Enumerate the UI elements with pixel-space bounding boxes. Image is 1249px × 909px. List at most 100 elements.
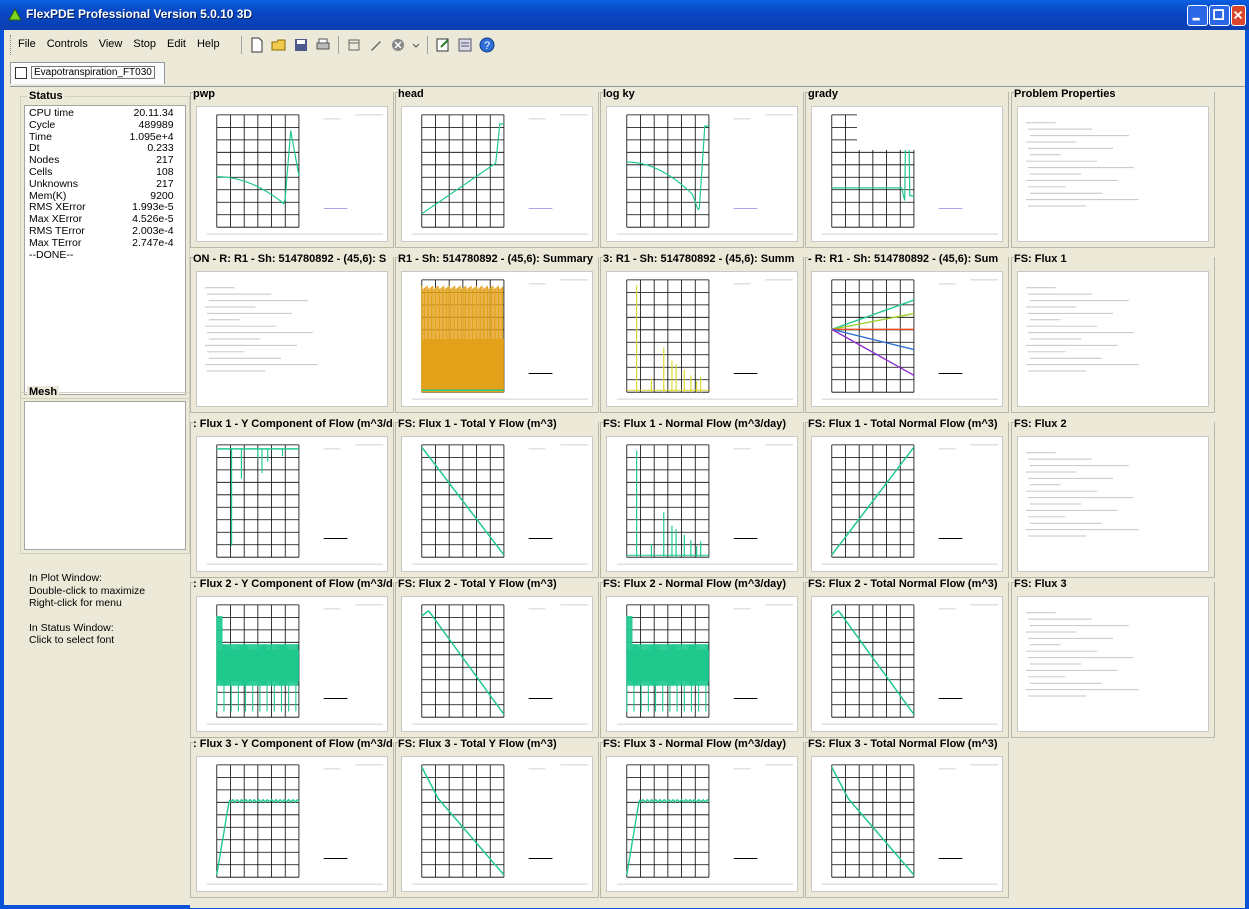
plot-canvas[interactable] (811, 596, 1003, 732)
plot-grid-lines (216, 114, 300, 228)
status-value: 108 (156, 165, 174, 178)
plot-title: FS: Flux 1 (1014, 253, 1214, 265)
plot-svg (616, 444, 794, 565)
save-icon[interactable] (293, 37, 309, 53)
plot-window[interactable]: ON - R: R1 - Sh: 514780892 - (45,6): S (190, 253, 394, 413)
toolbar: ? (237, 34, 498, 56)
plot-window[interactable]: Problem Properties (1011, 88, 1215, 248)
menu-edit[interactable]: Edit (167, 38, 186, 50)
tab-label: Evapotranspiration_FT030 (31, 66, 155, 79)
tab-document[interactable]: Evapotranspiration_FT030 (10, 62, 165, 84)
help-line: Double-click to maximize (29, 584, 146, 597)
plot-canvas[interactable] (811, 756, 1003, 892)
print-icon[interactable] (315, 37, 331, 53)
plot-canvas[interactable] (811, 436, 1003, 572)
plot-window[interactable]: head (395, 88, 599, 248)
plot-canvas[interactable] (196, 436, 388, 572)
plot-window[interactable]: FS: Flux 3 (1011, 578, 1215, 738)
plot-window[interactable]: FS: Flux 1 (1011, 253, 1215, 413)
plot-title: : Flux 3 - Y Component of Flow (m^3/d (193, 738, 393, 750)
series-fill (421, 339, 504, 393)
plot-title: log ky (603, 88, 803, 100)
plot-canvas[interactable] (1017, 106, 1209, 242)
plot-svg (616, 279, 794, 400)
plot-window[interactable]: FS: Flux 3 - Total Normal Flow (m^3) (805, 738, 1009, 898)
pen-icon[interactable] (368, 37, 384, 53)
menu-stop[interactable]: Stop (133, 38, 156, 50)
plot-window[interactable]: FS: Flux 1 - Total Normal Flow (m^3) (805, 418, 1009, 578)
plot-title: : Flux 1 - Y Component of Flow (m^3/d (193, 418, 393, 430)
plot-title: FS: Flux 1 - Total Normal Flow (m^3) (808, 418, 1008, 430)
menu-file[interactable]: File (18, 38, 36, 50)
status-value: 2.003e-4 (132, 224, 174, 237)
plot-title: FS: Flux 3 (1014, 578, 1214, 590)
menu-controls[interactable]: Controls (47, 38, 88, 50)
plot-canvas[interactable] (401, 106, 593, 242)
new-icon[interactable] (249, 37, 265, 53)
plot-window[interactable]: 3: R1 - Sh: 514780892 - (45,6): Summ (600, 253, 804, 413)
plot-grid-lines (626, 444, 710, 558)
plot-title: R1 - Sh: 514780892 - (45,6): Summary (398, 253, 598, 265)
plot-canvas[interactable] (196, 271, 388, 407)
app-icon (8, 8, 22, 21)
status-panel[interactable]: Status CPU time 20.11.34 Cycle 489989 Time 1.… (20, 90, 190, 399)
status-row: --DONE-- (29, 248, 174, 262)
plot-svg (411, 764, 589, 885)
plot-window[interactable]: R1 - Sh: 514780892 - (45,6): Summary (395, 253, 599, 413)
plot-canvas[interactable] (196, 596, 388, 732)
status-label: --DONE-- (29, 248, 74, 261)
plot-canvas[interactable] (1017, 436, 1209, 572)
plot-svg (1025, 452, 1139, 537)
close-icon[interactable] (1231, 5, 1246, 26)
plot-window[interactable]: FS: Flux 2 - Normal Flow (m^3/day) (600, 578, 804, 738)
list-icon[interactable] (457, 37, 473, 53)
plot-canvas[interactable] (401, 756, 593, 892)
plot-canvas[interactable] (1017, 596, 1209, 732)
plot-window[interactable]: FS: Flux 3 - Normal Flow (m^3/day) (600, 738, 804, 898)
edit-icon[interactable] (435, 37, 451, 53)
plot-canvas[interactable] (606, 436, 798, 572)
plot-canvas[interactable] (606, 106, 798, 242)
plot-window[interactable]: FS: Flux 2 - Total Normal Flow (m^3) (805, 578, 1009, 738)
open-icon[interactable] (271, 37, 287, 53)
plot-svg (821, 604, 999, 725)
plot-canvas[interactable] (811, 271, 1003, 407)
plot-window[interactable]: - R: R1 - Sh: 514780892 - (45,6): Sum (805, 253, 1009, 413)
plot-canvas[interactable] (401, 271, 593, 407)
menu-help[interactable]: Help (197, 38, 220, 50)
plot-window[interactable]: : Flux 3 - Y Component of Flow (m^3/d (190, 738, 394, 898)
plot-canvas[interactable] (606, 596, 798, 732)
status-label: Cells (29, 165, 53, 178)
dropdown-icon[interactable] (412, 37, 420, 53)
plot-window[interactable]: pwp (190, 88, 394, 248)
plot-window[interactable]: log ky (600, 88, 804, 248)
help-line: Click to select font (29, 634, 115, 646)
status-title: Status (27, 90, 65, 102)
plot-window[interactable]: FS: Flux 3 - Total Y Flow (m^3) (395, 738, 599, 898)
plot-window[interactable]: FS: Flux 1 - Normal Flow (m^3/day) (600, 418, 804, 578)
window-icon[interactable] (346, 37, 362, 53)
help-icon[interactable]: ? (479, 37, 495, 53)
plot-canvas[interactable] (401, 436, 593, 572)
plot-window[interactable]: : Flux 1 - Y Component of Flow (m^3/d (190, 418, 394, 578)
minimize-icon[interactable] (1187, 5, 1208, 26)
menu-view[interactable]: View (99, 38, 123, 50)
plot-window[interactable]: FS: Flux 2 - Total Y Flow (m^3) (395, 578, 599, 738)
plot-canvas[interactable] (1017, 271, 1209, 407)
plot-window[interactable]: : Flux 2 - Y Component of Flow (m^3/d (190, 578, 394, 738)
maximize-icon[interactable] (1209, 5, 1230, 26)
stop-icon[interactable] (390, 37, 406, 53)
plot-canvas[interactable] (401, 596, 593, 732)
plot-title: FS: Flux 2 - Normal Flow (m^3/day) (603, 578, 803, 590)
plot-canvas[interactable] (196, 756, 388, 892)
plot-window[interactable]: FS: Flux 1 - Total Y Flow (m^3) (395, 418, 599, 578)
plot-window[interactable]: FS: Flux 2 (1011, 418, 1215, 578)
plot-title: FS: Flux 2 (1014, 418, 1214, 430)
plot-title: grady (808, 88, 1008, 100)
plot-title: FS: Flux 3 - Total Y Flow (m^3) (398, 738, 598, 750)
plot-canvas[interactable] (606, 756, 798, 892)
plot-canvas[interactable] (196, 106, 388, 242)
mesh-title: Mesh (27, 386, 60, 398)
help-text: In Plot Window: Double-click to maximize… (29, 572, 189, 647)
plot-canvas[interactable] (606, 271, 798, 407)
